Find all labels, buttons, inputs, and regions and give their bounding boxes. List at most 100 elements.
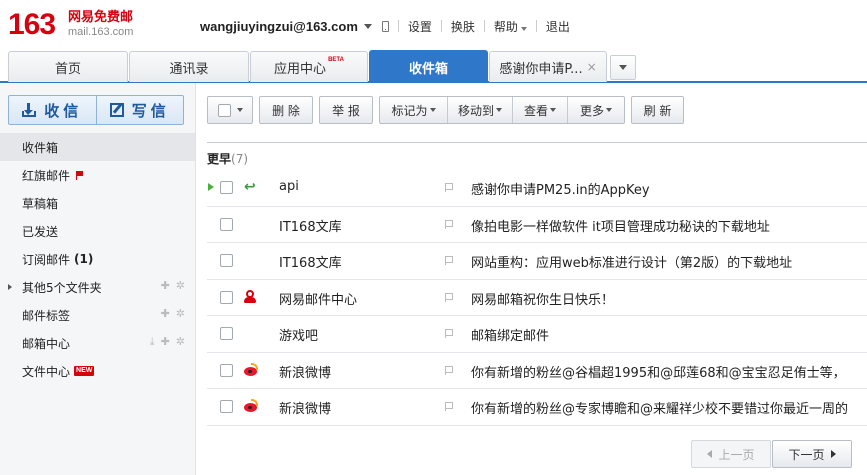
folder-label: 草稿箱 <box>22 196 59 211</box>
flag-icon[interactable] <box>445 256 453 265</box>
mail-row[interactable]: 新浪微博 你有新增的粉丝@谷椙超1995和@邱莲68和@宝宝忍足侑士等， <box>207 353 867 389</box>
folder-label: 红旗邮件 <box>22 168 71 183</box>
receive-icon <box>22 103 37 117</box>
user-email[interactable]: wangjiuyingzui@163.com <box>200 19 358 34</box>
tab-app-center[interactable]: 应用中心 BETA <box>250 51 368 82</box>
chevron-down-icon <box>429 108 436 112</box>
tab-mail-read[interactable]: 感谢你申请P... × <box>489 51 607 82</box>
sidebar-item-labels[interactable]: 邮件标签 ✚ ✲ <box>0 301 195 329</box>
mail-subject: 你有新增的粉丝@专家博瞻和@来耀祥少校不要错过你最近一周的 <box>471 402 849 417</box>
group-title: 更早 <box>207 152 232 166</box>
prev-page-button[interactable]: 上一页 <box>691 440 771 468</box>
add-icon[interactable]: ✚ <box>161 308 170 320</box>
expand-arrow-icon[interactable] <box>8 284 12 290</box>
mail-row[interactable]: IT168文库 网站重构：应用web标准进行设计（第2版）的下载地址 <box>207 243 867 280</box>
sidebar-item-subscriptions[interactable]: 订阅邮件 (1) <box>0 245 195 273</box>
mail-checkbox[interactable] <box>220 290 233 304</box>
add-icon[interactable]: ✚ <box>161 280 170 292</box>
next-page-button[interactable]: 下一页 <box>772 440 852 468</box>
mail-center-actions: ⤓ ✚ ✲ <box>150 336 185 348</box>
flag-icon[interactable] <box>445 183 453 192</box>
move-to-dropdown[interactable]: 移动到 <box>447 97 512 123</box>
tab-home[interactable]: 首页 <box>8 51 128 82</box>
folder-label: 收件箱 <box>22 140 59 155</box>
label-actions: ✚ ✲ <box>161 308 185 320</box>
mail-row[interactable]: 游戏吧 邮箱绑定邮件 <box>207 316 867 353</box>
folder-list: 收件箱 红旗邮件 草稿箱 已发送 订阅邮件 (1) 其他5个文件夹 ✚ ✲ 邮件… <box>0 133 195 385</box>
top-bar: 163 网易免费邮 mail.163.com wangjiuyingzui@16… <box>0 0 867 50</box>
mail-row[interactable]: ↩ api 感谢你申请PM25.in的AppKey <box>207 170 867 207</box>
arrow-left-icon <box>707 450 713 458</box>
delete-button[interactable]: 删 除 <box>259 96 313 124</box>
tab-overflow-button[interactable] <box>610 55 636 80</box>
sidebar-item-sent[interactable]: 已发送 <box>0 217 195 245</box>
gear-icon[interactable]: ✲ <box>176 336 185 348</box>
next-page-label: 下一页 <box>788 447 825 462</box>
sidebar-item-flagged[interactable]: 红旗邮件 <box>0 161 195 189</box>
receive-button[interactable]: 收信 <box>9 96 96 124</box>
select-all-dropdown[interactable] <box>207 96 253 124</box>
folder-actions: ✚ ✲ <box>161 280 185 292</box>
163-mail-center-icon <box>244 289 258 304</box>
more-dropdown[interactable]: 更多 <box>567 97 624 123</box>
mail-row[interactable]: 网易邮件中心 网易邮箱祝你生日快乐！ <box>207 280 867 316</box>
sidebar-item-other-folders[interactable]: 其他5个文件夹 ✚ ✲ <box>0 273 195 301</box>
flag-icon[interactable] <box>445 292 453 302</box>
flag-icon[interactable] <box>445 365 453 375</box>
divider <box>535 20 537 32</box>
tab-contacts[interactable]: 通讯录 <box>129 51 249 82</box>
gear-icon[interactable]: ✲ <box>176 308 185 320</box>
flag-icon[interactable] <box>445 402 453 411</box>
divider <box>440 20 442 32</box>
mail-checkbox[interactable] <box>220 327 233 340</box>
chevron-down-icon[interactable] <box>363 23 372 29</box>
sidebar-item-mail-center[interactable]: 邮箱中心 ⤓ ✚ ✲ <box>0 329 195 357</box>
download-icon[interactable]: ⤓ <box>150 336 155 348</box>
mail-subject: 网站重构：应用web标准进行设计（第2版）的下载地址 <box>471 256 793 271</box>
sidebar-item-drafts[interactable]: 草稿箱 <box>0 189 195 217</box>
add-icon[interactable]: ✚ <box>161 336 170 348</box>
chevron-down-icon <box>236 108 243 112</box>
mark-as-label: 标记为 <box>391 103 428 118</box>
logout-link[interactable]: 退出 <box>546 18 570 35</box>
chevron-down-icon <box>496 108 502 112</box>
write-button[interactable]: 写信 <box>95 96 184 124</box>
tab-label: 感谢你申请P... <box>499 61 583 77</box>
mail-checkbox[interactable] <box>220 217 233 231</box>
tab-inbox[interactable]: 收件箱 <box>369 50 488 83</box>
mail-subject: 你有新增的粉丝@谷椙超1995和@邱莲68和@宝宝忍足侑士等， <box>471 365 846 381</box>
flag-icon[interactable] <box>445 219 453 229</box>
mail-checkbox[interactable] <box>220 181 233 194</box>
mail-row[interactable]: 新浪微博 你有新增的粉丝@专家博瞻和@来耀祥少校不要错过你最近一周的 <box>207 389 867 426</box>
report-button[interactable]: 举 报 <box>319 96 373 124</box>
refresh-button[interactable]: 刷 新 <box>631 96 684 124</box>
gear-icon[interactable]: ✲ <box>176 280 185 292</box>
logo-domain: mail.163.com <box>68 26 134 38</box>
receive-label: 收信 <box>44 101 83 120</box>
flag-icon[interactable] <box>445 329 453 338</box>
mail-checkbox[interactable] <box>220 400 233 413</box>
tab-label: 通讯录 <box>169 61 209 77</box>
close-icon[interactable]: × <box>587 60 597 74</box>
sidebar: 收信 写信 收件箱 红旗邮件 草稿箱 已发送 订阅邮件 (1) 其他5个文件夹 <box>0 83 196 475</box>
arrow-right-icon <box>830 450 836 458</box>
settings-link[interactable]: 设置 <box>408 18 432 35</box>
delete-label: 删 除 <box>272 103 300 118</box>
mail-sender: 游戏吧 <box>279 329 319 344</box>
mail-row[interactable]: IT168文库 像拍电影一样做软件 it项目管理成功秘诀的下载地址 <box>207 207 867 243</box>
skin-link[interactable]: 换肤 <box>451 18 475 35</box>
sidebar-item-inbox[interactable]: 收件箱 <box>0 133 195 161</box>
mail-sender: 新浪微博 <box>279 402 332 417</box>
mail-subject: 像拍电影一样做软件 it项目管理成功秘诀的下载地址 <box>471 219 770 235</box>
edit-icon <box>109 103 124 117</box>
mobile-icon[interactable] <box>381 20 389 32</box>
help-link[interactable]: 帮助 <box>494 18 527 35</box>
chevron-down-icon <box>520 26 527 31</box>
mark-as-dropdown[interactable]: 标记为 <box>380 97 447 123</box>
mail-subject: 网易邮箱祝你生日快乐！ <box>471 292 615 308</box>
sidebar-item-file-center[interactable]: 文件中心 NEW <box>0 357 195 385</box>
select-all-checkbox[interactable] <box>217 103 231 117</box>
mail-checkbox[interactable] <box>220 363 233 377</box>
mail-checkbox[interactable] <box>220 254 233 267</box>
view-dropdown[interactable]: 查看 <box>512 97 567 123</box>
